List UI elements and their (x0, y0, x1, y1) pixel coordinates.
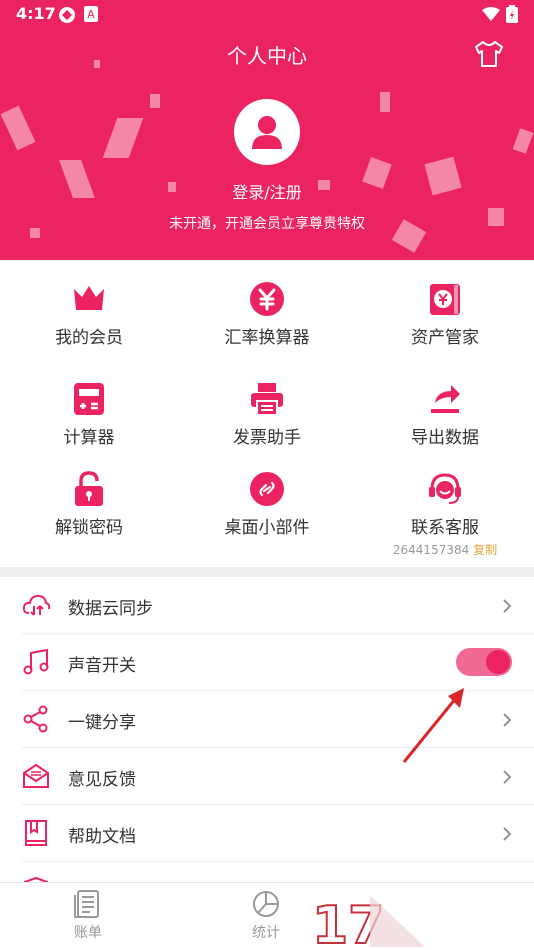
chevron-right-icon (503, 770, 512, 784)
headset-icon (429, 473, 461, 504)
nav-label: 账单 (74, 925, 102, 941)
crown-icon (74, 286, 104, 310)
grid-item-label: 联系客服 (411, 518, 479, 538)
tab-statistics[interactable]: 统计 (226, 889, 306, 942)
avatar[interactable] (234, 99, 300, 165)
annotation-arrow (402, 688, 464, 763)
settings-row-label: 数据云同步 (68, 599, 153, 619)
chevron-right-icon (503, 599, 512, 613)
user-icon (252, 116, 282, 149)
toggle-knob (486, 650, 510, 674)
sound-toggle[interactable] (456, 648, 512, 676)
printer-icon (251, 383, 283, 416)
grid-item-unlock-password[interactable]: 解锁密码 (0, 471, 178, 538)
grid-item-invoice[interactable]: 发票助手 (178, 381, 356, 448)
profile-header: 4:17 A 个人中心 登录/注册 未开通，开通会员立享尊贵特权 (0, 0, 534, 260)
nav-label: 统计 (252, 925, 280, 941)
confetti-decoration (0, 105, 36, 151)
grid-item-label: 我的会员 (55, 328, 123, 348)
grid-item-desktop-widget[interactable]: 桌面小部件 (178, 471, 356, 538)
cloud-sync-icon (22, 594, 50, 616)
lock-icon (75, 471, 103, 506)
export-icon (431, 385, 460, 413)
wallet-icon (430, 284, 460, 315)
grid-item-label: 计算器 (63, 428, 115, 448)
settings-row-cloud-sync[interactable]: 数据云同步 (0, 577, 534, 634)
confetti-decoration (102, 118, 144, 158)
pie-chart-icon (253, 891, 279, 917)
chevron-right-icon (503, 713, 512, 727)
wifi-icon (482, 7, 500, 21)
service-qq-number: 2644157384 (392, 543, 470, 557)
app-notification-icon (59, 7, 75, 23)
book-icon (25, 820, 47, 846)
a-notification-icon: A (84, 6, 98, 22)
theme-shirt-icon[interactable] (474, 40, 504, 68)
grid-item-asset-manager[interactable]: 资产管家 (356, 281, 534, 348)
grid-item-export[interactable]: 导出数据 (356, 381, 534, 448)
grid-item-label: 发票助手 (233, 428, 301, 448)
vip-tip[interactable]: 未开通，开通会员立享尊贵特权 (0, 213, 534, 233)
grid-item-customer-service[interactable]: 联系客服 2644157384 复制 (356, 471, 534, 558)
widget-icon (250, 472, 284, 506)
calculator-icon (74, 383, 104, 415)
mail-icon (23, 763, 49, 788)
grid-item-exchange-rate[interactable]: 汇率换算器 (178, 281, 356, 348)
settings-row-label: 一键分享 (68, 713, 136, 733)
confetti-decoration (150, 94, 160, 108)
bill-icon (74, 890, 99, 918)
watermark-logo: 17 (311, 895, 425, 949)
settings-row-label: 意见反馈 (68, 770, 136, 790)
login-register-link[interactable]: 登录/注册 (0, 179, 534, 203)
grid-item-label: 汇率换算器 (224, 328, 310, 348)
tab-bill[interactable]: 账单 (48, 889, 128, 942)
bottom-nav: 账单 统计 17 (0, 882, 534, 950)
battery-icon (506, 5, 518, 23)
service-contact: 2644157384 复制 (356, 541, 534, 558)
grid-item-label: 解锁密码 (55, 518, 123, 538)
settings-row-label: 帮助文档 (68, 827, 136, 847)
settings-row-help[interactable]: 帮助文档 (0, 805, 534, 862)
settings-row-partial[interactable] (0, 862, 534, 882)
status-bar: 4:17 A (0, 0, 534, 30)
chevron-right-icon (503, 827, 512, 841)
page-title: 个人中心 (227, 44, 307, 68)
confetti-decoration (380, 92, 390, 112)
grid-item-calculator[interactable]: 计算器 (0, 381, 178, 448)
grid-item-membership[interactable]: 我的会员 (0, 281, 178, 348)
grid-item-label: 资产管家 (411, 328, 479, 348)
confetti-decoration (512, 128, 534, 154)
grid-item-label: 桌面小部件 (224, 518, 310, 538)
copy-link[interactable]: 复制 (473, 543, 497, 557)
status-time: 4:17 (16, 4, 56, 23)
share-icon (23, 705, 48, 733)
settings-row-label: 声音开关 (68, 656, 136, 676)
yen-icon (250, 282, 284, 316)
grid-item-label: 导出数据 (411, 428, 479, 448)
feature-grid: 我的会员 汇率换算器 资产管家 计算器 发票助手 导出数据 解锁密码 桌面小部件… (0, 261, 534, 567)
music-icon (23, 648, 49, 675)
settings-row-sound: 声音开关 (0, 634, 534, 691)
svg-text:A: A (87, 8, 95, 21)
